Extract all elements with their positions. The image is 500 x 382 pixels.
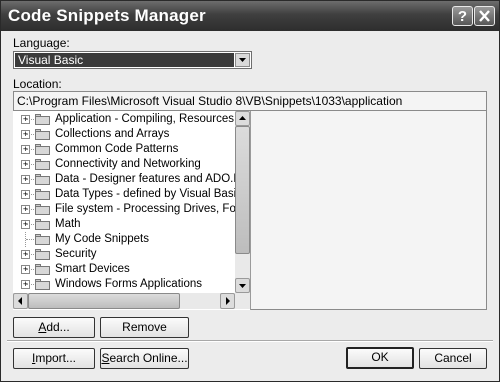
add-button-label: dd...: [46, 320, 70, 334]
tree-item[interactable]: + Application - Compiling, Resources, an…: [13, 112, 250, 127]
tree-item-label: Common Code Patterns: [55, 143, 179, 155]
tree-item[interactable]: + File system - Processing Drives, Folde…: [13, 202, 250, 217]
folder-icon: [35, 219, 50, 230]
vertical-scroll-thumb[interactable]: [235, 126, 250, 254]
scroll-down-button[interactable]: [235, 278, 250, 293]
tree-item[interactable]: + Math: [13, 217, 235, 232]
scroll-right-button[interactable]: [220, 293, 235, 309]
horizontal-scrollbar[interactable]: [13, 293, 235, 309]
import-button-label: mport...: [35, 351, 77, 365]
tree-item-label: Data - Designer features and ADO.NET: [55, 173, 251, 185]
folder-icon: [35, 279, 50, 290]
tree-item-label: Math: [55, 218, 81, 230]
tree-item[interactable]: My Code Snippets: [13, 232, 235, 247]
tree-item[interactable]: + Windows Forms Applications: [13, 277, 235, 292]
scroll-up-button[interactable]: [235, 111, 250, 126]
location-path-field[interactable]: C:\Program Files\Microsoft Visual Studio…: [13, 91, 487, 111]
ok-button[interactable]: OK: [346, 347, 414, 369]
chevron-left-icon: [18, 297, 22, 305]
folder-icon: [35, 159, 50, 170]
vertical-scrollbar[interactable]: [235, 111, 250, 293]
remove-button[interactable]: Remove: [100, 317, 189, 338]
dropdown-button[interactable]: [235, 53, 250, 67]
close-icon: [479, 10, 490, 22]
language-selected-value: Visual Basic: [15, 53, 234, 67]
cancel-button[interactable]: Cancel: [419, 348, 487, 369]
language-label: Language:: [13, 36, 70, 50]
folder-icon: [35, 234, 50, 245]
folder-icon: [35, 264, 50, 275]
snippet-folder-tree[interactable]: + Application - Compiling, Resources, an…: [13, 111, 251, 310]
tree-item-label: Security: [55, 248, 97, 260]
tree-item-label: Data Types - defined by Visual Basic: [55, 188, 242, 200]
folder-icon: [35, 174, 50, 185]
tree-item-label: Application - Compiling, Resources, and: [55, 113, 251, 125]
folder-icon: [35, 249, 50, 260]
tree-item[interactable]: + Common Code Patterns: [13, 142, 235, 157]
chevron-down-icon: [239, 58, 246, 62]
title-bar[interactable]: Code Snippets Manager ?: [1, 1, 499, 31]
tree-item-label: Smart Devices: [55, 263, 130, 275]
location-label: Location:: [13, 77, 62, 91]
tree-item[interactable]: + Security: [13, 247, 235, 262]
close-button[interactable]: [474, 6, 495, 26]
help-button[interactable]: ?: [452, 6, 473, 26]
folder-icon: [35, 144, 50, 155]
search-online-button-label: earch Online...: [109, 351, 188, 365]
separator: [7, 340, 493, 342]
tree-item-label: Windows Forms Applications: [55, 278, 202, 290]
tree-item[interactable]: + Collections and Arrays: [13, 127, 235, 142]
tree-item-label: Collections and Arrays: [55, 128, 170, 140]
tree-item[interactable]: + Smart Devices: [13, 262, 235, 277]
scrollbar-corner: [235, 293, 250, 309]
folder-icon: [35, 189, 50, 200]
tree-item-label: File system - Processing Drives, Folders: [55, 203, 251, 215]
window-title: Code Snippets Manager: [8, 6, 206, 25]
chevron-down-icon: [239, 284, 246, 288]
horizontal-scroll-thumb[interactable]: [28, 293, 180, 309]
folder-icon: [35, 114, 50, 125]
tree-item-label: My Code Snippets: [55, 233, 149, 245]
add-button[interactable]: Add...: [13, 317, 95, 338]
tree-item-label: Connectivity and Networking: [55, 158, 201, 170]
tree-rows: + Application - Compiling, Resources, an…: [13, 111, 250, 293]
tree-item[interactable]: + Connectivity and Networking: [13, 157, 235, 172]
import-button[interactable]: Import...: [13, 348, 95, 369]
search-online-button[interactable]: Search Online...: [100, 348, 189, 369]
folder-icon: [35, 204, 50, 215]
code-snippets-manager-dialog: Code Snippets Manager ? Language: Visual…: [0, 0, 500, 382]
tree-item[interactable]: + Data Types - defined by Visual Basic: [13, 187, 242, 202]
language-dropdown[interactable]: Visual Basic: [13, 51, 252, 69]
chevron-right-icon: [226, 297, 230, 305]
chevron-up-icon: [239, 116, 246, 120]
folder-icon: [35, 129, 50, 140]
tree-item[interactable]: + Data - Designer features and ADO.NET: [13, 172, 250, 187]
scroll-left-button[interactable]: [13, 293, 28, 309]
